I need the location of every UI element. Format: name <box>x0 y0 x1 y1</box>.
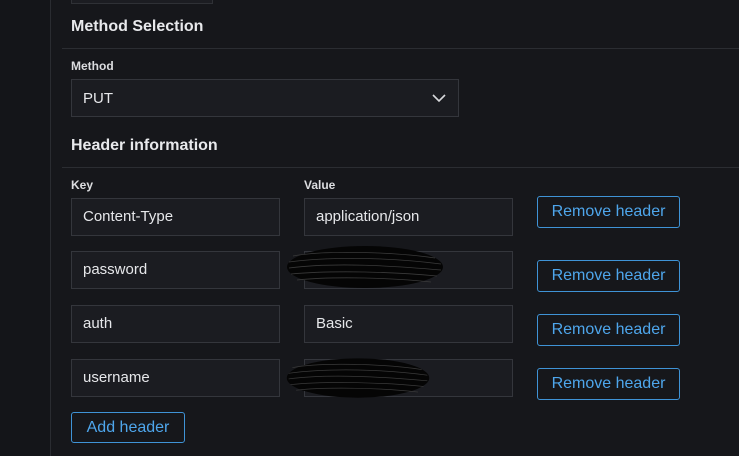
remove-header-button[interactable]: Remove header <box>537 260 680 292</box>
remove-header-button[interactable]: Remove header <box>537 196 680 228</box>
header-key-input[interactable]: Content-Type <box>71 198 280 236</box>
left-rail <box>0 0 51 456</box>
request-config-page: Method Selection Method PUT Header infor… <box>0 0 739 456</box>
header-section-title: Header information <box>71 137 218 154</box>
method-select-value: PUT <box>83 90 113 107</box>
header-value-input[interactable] <box>287 246 513 289</box>
key-column-label: Key <box>71 178 94 192</box>
header-value-input[interactable]: application/json <box>304 198 513 236</box>
chevron-down-icon <box>432 94 446 103</box>
add-header-button[interactable]: Add header <box>71 412 185 443</box>
header-key-input[interactable]: auth <box>71 305 280 343</box>
header-key-input[interactable]: username <box>71 359 280 397</box>
header-value-input[interactable]: Basic <box>304 305 513 343</box>
previous-field-edge <box>71 0 213 4</box>
redaction-scribble <box>286 358 430 398</box>
header-key-input[interactable]: password <box>71 251 280 289</box>
redaction-scribble <box>287 246 443 288</box>
header-section-divider <box>62 167 739 168</box>
method-section-divider <box>62 48 739 49</box>
method-select[interactable]: PUT <box>71 79 459 117</box>
remove-header-button[interactable]: Remove header <box>537 368 680 400</box>
method-label: Method <box>71 59 114 73</box>
value-column-label: Value <box>304 178 336 192</box>
method-section-title: Method Selection <box>71 18 204 35</box>
header-value-input[interactable] <box>286 358 513 398</box>
remove-header-button[interactable]: Remove header <box>537 314 680 346</box>
